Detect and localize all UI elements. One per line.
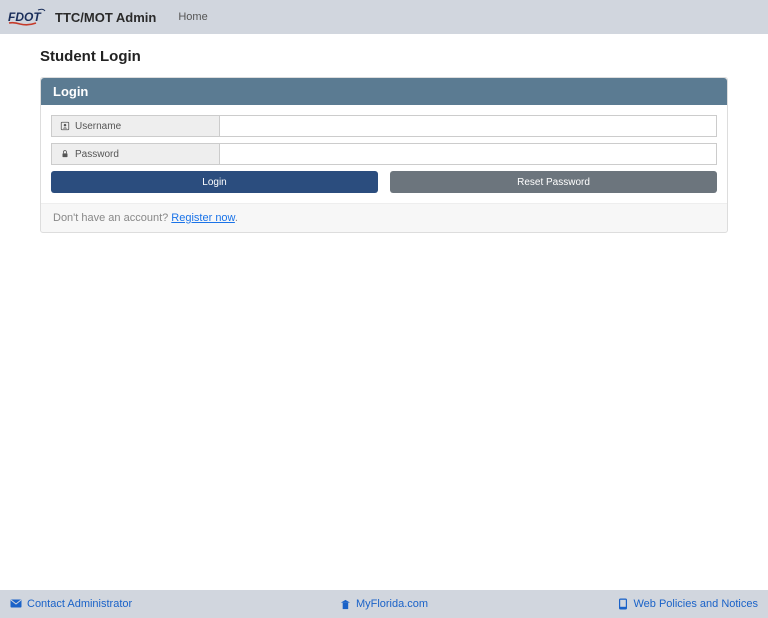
footer: Contact Administrator MyFlorida.com Web …	[0, 590, 768, 618]
password-label-text: Password	[75, 149, 119, 160]
navbar: FDOT TTC/MOT Admin Home	[0, 0, 768, 34]
page-title: Student Login	[40, 48, 728, 65]
register-link[interactable]: Register now	[171, 212, 235, 224]
panel-footer: Don't have an account? Register now.	[41, 203, 727, 232]
login-panel: Login Username	[40, 77, 728, 233]
username-label: Username	[51, 115, 219, 137]
footer-myflorida-link[interactable]: MyFlorida.com	[340, 598, 428, 610]
footer-policies-text: Web Policies and Notices	[633, 598, 758, 610]
footer-policies-link[interactable]: Web Policies and Notices	[618, 598, 758, 610]
mail-icon	[10, 599, 22, 609]
brand-title[interactable]: TTC/MOT Admin	[55, 10, 156, 25]
reset-password-button[interactable]: Reset Password	[390, 171, 717, 193]
footer-contact-link[interactable]: Contact Administrator	[10, 598, 132, 610]
nav-home-link[interactable]: Home	[172, 7, 213, 27]
panel-body: Username Password Login Reset Password	[41, 105, 727, 203]
register-period: .	[235, 212, 238, 224]
username-input[interactable]	[219, 115, 717, 137]
footer-contact-text: Contact Administrator	[27, 598, 132, 610]
password-input[interactable]	[219, 143, 717, 165]
login-button[interactable]: Login	[51, 171, 378, 193]
register-prompt: Don't have an account?	[53, 212, 171, 224]
username-label-text: Username	[75, 121, 121, 132]
device-icon	[618, 598, 628, 610]
lock-icon	[60, 149, 70, 159]
footer-myflorida-text: MyFlorida.com	[356, 598, 428, 610]
password-label: Password	[51, 143, 219, 165]
building-icon	[340, 599, 351, 610]
button-row: Login Reset Password	[51, 171, 717, 193]
page-content: Student Login Login Username	[0, 34, 768, 247]
panel-heading: Login	[41, 78, 727, 105]
username-row: Username	[51, 115, 717, 137]
password-row: Password	[51, 143, 717, 165]
user-icon	[60, 121, 70, 131]
brand-logo[interactable]: FDOT	[8, 8, 48, 26]
fdot-logo-icon: FDOT	[8, 8, 46, 26]
